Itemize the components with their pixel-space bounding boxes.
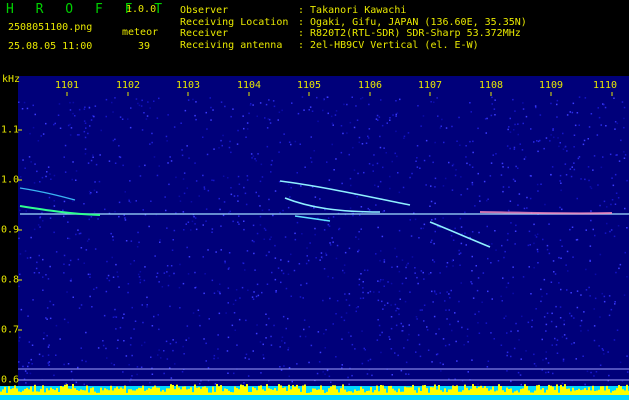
- spectrogram-background: [18, 76, 629, 400]
- y-axis-unit: kHz: [2, 74, 21, 85]
- spectrogram: [0, 76, 629, 400]
- y-tick-label: 0.7: [1, 324, 20, 336]
- y-tick-label: 0.9: [1, 224, 20, 236]
- x-tick-label: 1106: [357, 80, 383, 91]
- x-tick-label: 1102: [115, 80, 141, 91]
- x-tick-label: 1105: [296, 80, 322, 91]
- y-tick-label: 0.6: [1, 374, 20, 386]
- x-tick-label: 1108: [478, 80, 504, 91]
- x-tick-label: 1103: [175, 80, 201, 91]
- x-tick-label: 1101: [54, 80, 80, 91]
- x-tick-label: 1107: [417, 80, 443, 91]
- x-tick-label: 1110: [592, 80, 618, 91]
- y-tick-label: 1.1: [1, 124, 20, 136]
- y-tick-label: 0.8: [1, 274, 20, 286]
- y-tick-label: 1.0: [1, 174, 20, 186]
- x-tick-label: 1104: [236, 80, 262, 91]
- x-tick-label: 1109: [538, 80, 564, 91]
